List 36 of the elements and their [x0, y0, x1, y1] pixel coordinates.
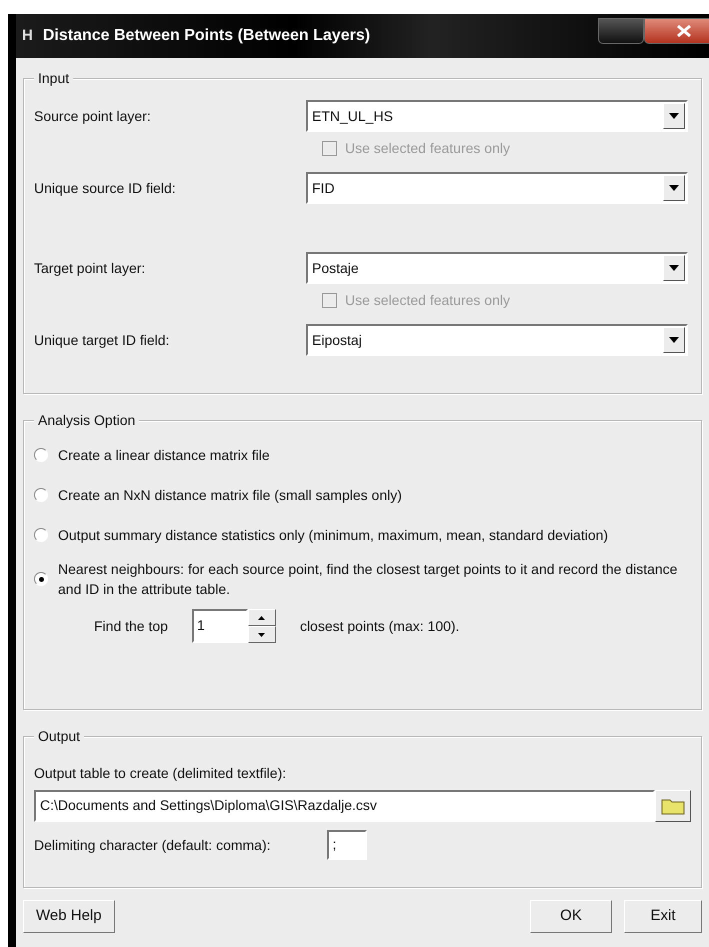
delimiter-field[interactable]: ;: [326, 830, 367, 860]
dropdown[interactable]: ETN_UL_HS: [306, 100, 688, 132]
field-label: Find the top: [94, 616, 168, 636]
radio-button[interactable]: [34, 488, 48, 502]
number-field[interactable]: 1: [192, 609, 248, 643]
field-label: Source point layer:: [34, 106, 152, 126]
browse-button[interactable]: [655, 790, 691, 822]
option-label: Create an NxN distance matrix file (small samples only): [58, 486, 402, 505]
radio-button[interactable]: [34, 528, 48, 542]
dialog-button[interactable]: OK: [530, 900, 612, 933]
radio-button[interactable]: [34, 448, 48, 462]
spinner-arrows[interactable]: [248, 609, 276, 643]
minimize-button[interactable]: [598, 18, 644, 44]
checkbox-label: Use selected features only: [345, 290, 510, 310]
option-label: Nearest neighbours: for each source point, find the closest target points to it and record the distance and ID in the attribute table.: [58, 560, 678, 599]
field-label: Delimiting character (default: comma):: [34, 836, 271, 855]
option-label: Output summary distance statistics only (minimum, maximum, mean, standard deviation): [58, 526, 608, 545]
checkbox-label: Use selected features only: [345, 138, 510, 158]
option-label: Create a linear distance matrix file: [58, 446, 270, 465]
field-label: Unique source ID field:: [34, 178, 177, 198]
dropdown[interactable]: Postaje: [306, 252, 688, 284]
radio-button[interactable]: [34, 572, 48, 586]
field-label: Unique target ID field:: [34, 330, 170, 350]
field-label: Output table to create (delimited textfile):: [34, 764, 288, 783]
folder-icon: [661, 797, 685, 815]
dropdown[interactable]: FID: [306, 172, 688, 204]
path-field[interactable]: C:\Documents and Settings\Diploma\GIS\Razdalje.csv: [34, 790, 655, 822]
app-icon: H: [22, 24, 33, 48]
field-label: Target point layer:: [34, 258, 146, 278]
dropdown[interactable]: Eipostaj: [306, 324, 688, 356]
dialog-button[interactable]: Exit: [624, 900, 702, 933]
window-title: Distance Between Points (Between Layers): [42, 26, 370, 46]
close-button[interactable]: [644, 18, 709, 44]
close-icon: [676, 25, 692, 37]
help-button[interactable]: Web Help: [23, 900, 115, 933]
field-label: closest points (max: 100).: [300, 616, 460, 636]
